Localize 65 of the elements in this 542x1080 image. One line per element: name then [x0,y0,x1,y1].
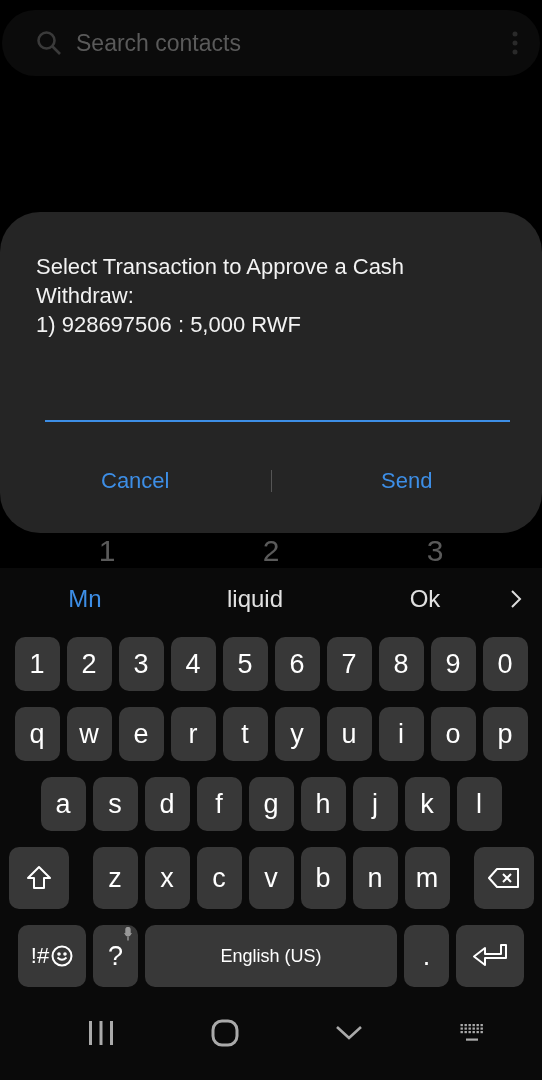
enter-key[interactable] [456,925,524,987]
key[interactable]: 2 [66,637,112,691]
dialpad-digit: 3 [425,533,445,568]
dialog-message: Select Transaction to Approve a Cash Withdraw: 1) 928697506 : 5,000 RWF [36,253,406,339]
symbols-key[interactable]: !# [18,925,86,987]
cancel-button[interactable]: Cancel [0,460,271,502]
key[interactable]: e [118,707,164,761]
key[interactable]: ? [93,925,138,987]
key[interactable]: r [170,707,216,761]
microphone-icon [124,927,132,941]
key[interactable]: y [274,707,320,761]
search-field[interactable]: Search contacts [74,28,500,58]
enter-icon [472,943,508,969]
key[interactable]: c [196,847,242,909]
key[interactable]: w [66,707,112,761]
key[interactable]: p [482,707,528,761]
key[interactable]: k [404,777,450,831]
key[interactable]: 6 [274,637,320,691]
space-key[interactable]: English (US) [145,925,397,987]
suggestion[interactable]: Mn [0,584,170,614]
key[interactable]: v [248,847,294,909]
key[interactable]: 9 [430,637,476,691]
smiley-icon [51,945,74,967]
key[interactable]: 4 [170,637,216,691]
key[interactable]: s [92,777,138,831]
key[interactable]: b [300,847,346,909]
key[interactable]: 5 [222,637,268,691]
key[interactable]: z [92,847,138,909]
key[interactable]: f [196,777,242,831]
key[interactable]: j [352,777,398,831]
key[interactable]: l [456,777,502,831]
backspace-key[interactable] [473,847,534,909]
home-icon[interactable] [210,1019,239,1047]
send-button[interactable]: Send [271,460,542,502]
search-bar[interactable]: Search contacts [2,10,540,76]
key[interactable]: . [404,925,449,987]
key[interactable]: x [144,847,190,909]
key[interactable]: g [248,777,294,831]
suggestion[interactable]: liquid [170,584,340,614]
key[interactable]: d [144,777,190,831]
key[interactable]: 1 [14,637,60,691]
chevron-right-icon[interactable] [510,589,522,609]
key[interactable]: o [430,707,476,761]
key[interactable]: 0 [482,637,528,691]
backspace-icon [487,867,520,889]
chevron-down-icon[interactable] [335,1025,364,1041]
key[interactable]: h [300,777,346,831]
key[interactable]: a [40,777,86,831]
search-icon [36,30,62,56]
key[interactable]: m [404,847,450,909]
key[interactable]: i [378,707,424,761]
recent-apps-icon[interactable] [88,1021,115,1045]
key[interactable]: u [326,707,372,761]
key[interactable]: 8 [378,637,424,691]
key[interactable]: 3 [118,637,164,691]
suggestion[interactable]: Ok [340,584,510,614]
shift-arrow-icon [25,865,52,891]
key[interactable]: 7 [326,637,372,691]
key[interactable]: q [14,707,60,761]
dialpad-digit: 2 [261,533,281,568]
keyboard-icon[interactable] [459,1024,484,1042]
dialpad-digit: 1 [97,533,117,568]
key[interactable]: n [352,847,398,909]
shift-key[interactable] [8,847,69,909]
key[interactable]: t [222,707,268,761]
